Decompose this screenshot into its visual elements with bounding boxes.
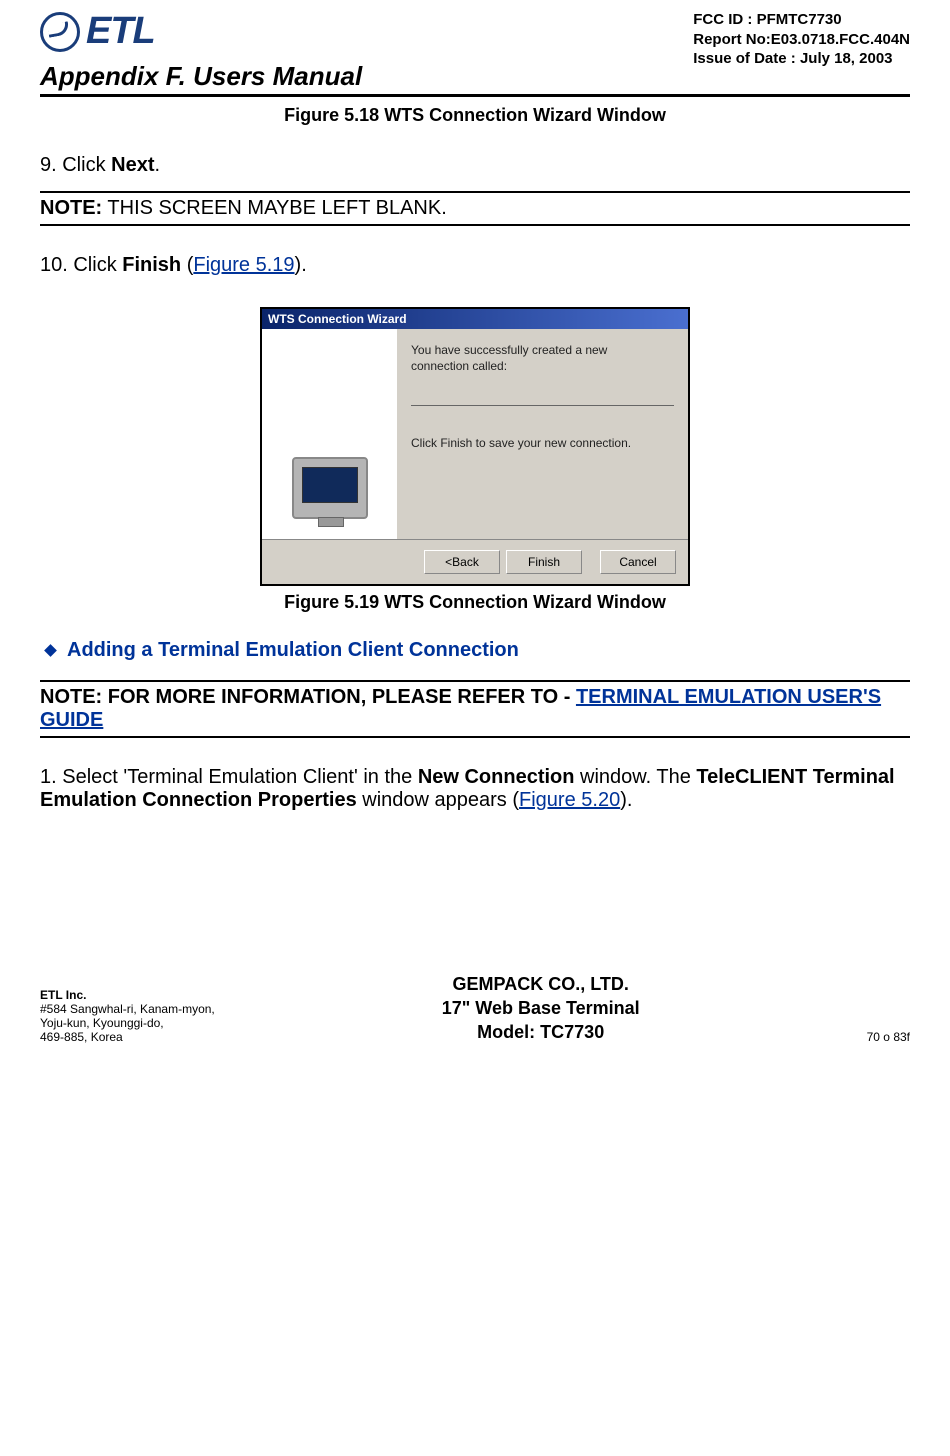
wizard-button-row: <BackFinish Cancel [262, 540, 688, 584]
etl-logo: ETL [40, 10, 155, 53]
step-9: 9. Click Next. [40, 154, 910, 177]
figure-519-caption: Figure 5.19 WTS Connection Wizard Window [40, 592, 910, 613]
step10-prefix: 10. Click [40, 254, 122, 276]
diamond-bullet-icon [44, 644, 57, 657]
footer-center2: 17" Web Base Terminal [442, 996, 640, 1020]
step1-mid2: window appears ( [357, 789, 519, 811]
page-footer: ETL Inc. #584 Sangwhal-ri, Kanam-myon, Y… [40, 972, 910, 1045]
footer-addr1: #584 Sangwhal-ri, Kanam-myon, [40, 1002, 215, 1016]
note1-label: NOTE: [40, 197, 102, 219]
step9-bold: Next [111, 154, 154, 176]
section-heading-terminal-emulation: Adding a Terminal Emulation Client Conne… [40, 639, 910, 662]
back-button[interactable]: <Back [424, 550, 500, 574]
footer-center3: Model: TC7730 [442, 1020, 640, 1044]
note1-bottom-rule [40, 224, 910, 226]
note1-top-rule [40, 191, 910, 193]
figure-518-caption: Figure 5.18 WTS Connection Wizard Window [40, 105, 910, 126]
wizard-connection-name-field[interactable] [411, 405, 674, 406]
monitor-icon [292, 457, 368, 519]
fcc-id: FCC ID : PFMTC7730 [693, 10, 910, 30]
footer-left: ETL Inc. #584 Sangwhal-ri, Kanam-myon, Y… [40, 988, 215, 1044]
footer-company: ETL Inc. [40, 988, 215, 1002]
step9-suffix: . [154, 154, 160, 176]
wizard-line3: Click Finish to save your new connection… [411, 436, 674, 450]
note2-bottom-rule [40, 736, 910, 738]
logo-text: ETL [86, 10, 155, 53]
note2-label: NOTE: [40, 686, 108, 708]
section-heading-text: Adding a Terminal Emulation Client Conne… [67, 639, 519, 661]
footer-center: GEMPACK CO., LTD. 17" Web Base Terminal … [442, 972, 640, 1045]
step-10: 10. Click Finish (Figure 5.19). [40, 254, 910, 277]
note2-body: FOR MORE INFORMATION, PLEASE REFER TO - [108, 686, 576, 708]
wizard-titlebar: WTS Connection Wizard [262, 309, 688, 329]
footer-addr3: 469-885, Korea [40, 1030, 215, 1044]
header-meta: FCC ID : PFMTC7730 Report No:E03.0718.FC… [693, 10, 910, 69]
step10-bold: Finish [122, 254, 181, 276]
step1-prefix: 1. Select 'Terminal Emulation Client' in… [40, 766, 418, 788]
header-divider [40, 94, 910, 97]
note1-body: THIS SCREEN MAYBE LEFT BLANK. [102, 197, 447, 219]
step1-bold1: New Connection [418, 766, 575, 788]
cancel-button[interactable]: Cancel [600, 550, 676, 574]
wizard-content: You have successfully created a new conn… [397, 329, 688, 539]
step1-end: ). [620, 789, 632, 811]
figure-519-link[interactable]: Figure 5.19 [193, 254, 294, 276]
note-1: NOTE: THIS SCREEN MAYBE LEFT BLANK. [40, 197, 910, 220]
step-1: 1. Select 'Terminal Emulation Client' in… [40, 766, 910, 812]
step1-mid: window. The [574, 766, 696, 788]
wts-wizard-window: WTS Connection Wizard You have successfu… [260, 307, 690, 586]
step9-prefix: 9. Click [40, 154, 111, 176]
footer-center1: GEMPACK CO., LTD. [442, 972, 640, 996]
logo-mark-icon [40, 12, 80, 52]
wizard-sidebar-image [262, 329, 397, 539]
step10-paren-open: ( [181, 254, 193, 276]
issue-date: Issue of Date : July 18, 2003 [693, 49, 910, 69]
note-2: NOTE: FOR MORE INFORMATION, PLEASE REFER… [40, 686, 910, 732]
wizard-line2: connection called: [411, 359, 674, 373]
step10-paren-close: ). [295, 254, 307, 276]
footer-addr2: Yoju-kun, Kyounggi-do, [40, 1016, 215, 1030]
wizard-line1: You have successfully created a new [411, 343, 674, 357]
figure-520-link[interactable]: Figure 5.20 [519, 789, 620, 811]
note2-top-rule [40, 680, 910, 682]
finish-button[interactable]: Finish [506, 550, 582, 574]
footer-right: 70 o 83f [867, 1030, 910, 1044]
report-no: Report No:E03.0718.FCC.404N [693, 30, 910, 50]
